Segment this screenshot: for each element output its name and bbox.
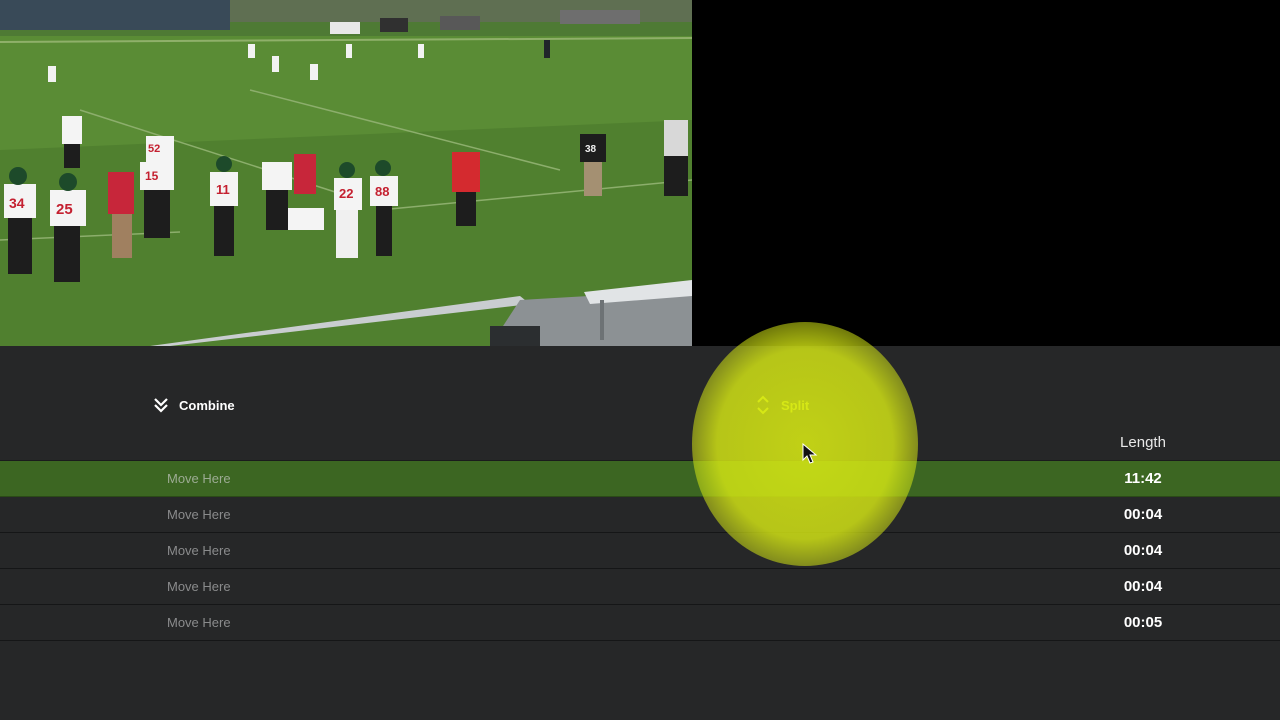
length-column-header[interactable]: Length: [1098, 434, 1188, 451]
move-here-target[interactable]: Move Here: [167, 507, 231, 522]
video-frame[interactable]: 34 25 52 15 11 22 88 38: [0, 0, 692, 346]
clip-length: 00:04: [1123, 578, 1163, 595]
secondary-video-pane: [692, 0, 1280, 346]
double-chevron-down-icon: [152, 396, 170, 414]
table-header: Length: [0, 426, 1280, 461]
clip-row[interactable]: Move Here 00:04: [0, 569, 1280, 605]
jersey-number: 88: [375, 184, 389, 199]
jersey-number: 25: [56, 201, 73, 218]
jersey-number: 11: [216, 182, 230, 197]
clip-row[interactable]: Move Here 00:04: [0, 533, 1280, 569]
app-window: 34 25 52 15 11 22 88 38 Combine Split Le…: [0, 0, 1280, 720]
jersey-number: 52: [148, 143, 160, 155]
clip-length: 00:04: [1123, 506, 1163, 523]
clip-row[interactable]: Move Here 00:04: [0, 497, 1280, 533]
video-preview-area: 34 25 52 15 11 22 88 38: [0, 0, 1280, 346]
move-here-target[interactable]: Move Here: [167, 471, 231, 486]
clip-list: Move Here 11:42 Move Here 00:04 Move Her…: [0, 461, 1280, 641]
clip-length: 00:04: [1123, 542, 1163, 559]
expand-vertical-icon: [754, 394, 772, 416]
football-game-video-still: 34 25 52 15 11 22 88 38: [0, 0, 692, 346]
action-bar: Combine Split: [0, 346, 1280, 426]
clip-row[interactable]: Move Here 11:42: [0, 461, 1280, 497]
move-here-target[interactable]: Move Here: [167, 579, 231, 594]
move-here-target[interactable]: Move Here: [167, 615, 231, 630]
clip-editor-panel: Combine Split Length Move Here 11:42 Mov…: [0, 346, 1280, 720]
clip-row[interactable]: Move Here 00:05: [0, 605, 1280, 641]
clip-length: 11:42: [1124, 470, 1162, 487]
jersey-number: 34: [9, 195, 25, 211]
split-button[interactable]: Split: [754, 392, 809, 418]
move-here-target[interactable]: Move Here: [167, 543, 231, 558]
clip-length: 00:05: [1123, 614, 1163, 631]
jersey-number: 22: [339, 186, 353, 201]
combine-button[interactable]: Combine: [152, 392, 235, 418]
combine-label: Combine: [179, 397, 235, 413]
jersey-number: 38: [585, 144, 597, 155]
split-label: Split: [781, 397, 810, 413]
jersey-number: 15: [145, 169, 159, 183]
